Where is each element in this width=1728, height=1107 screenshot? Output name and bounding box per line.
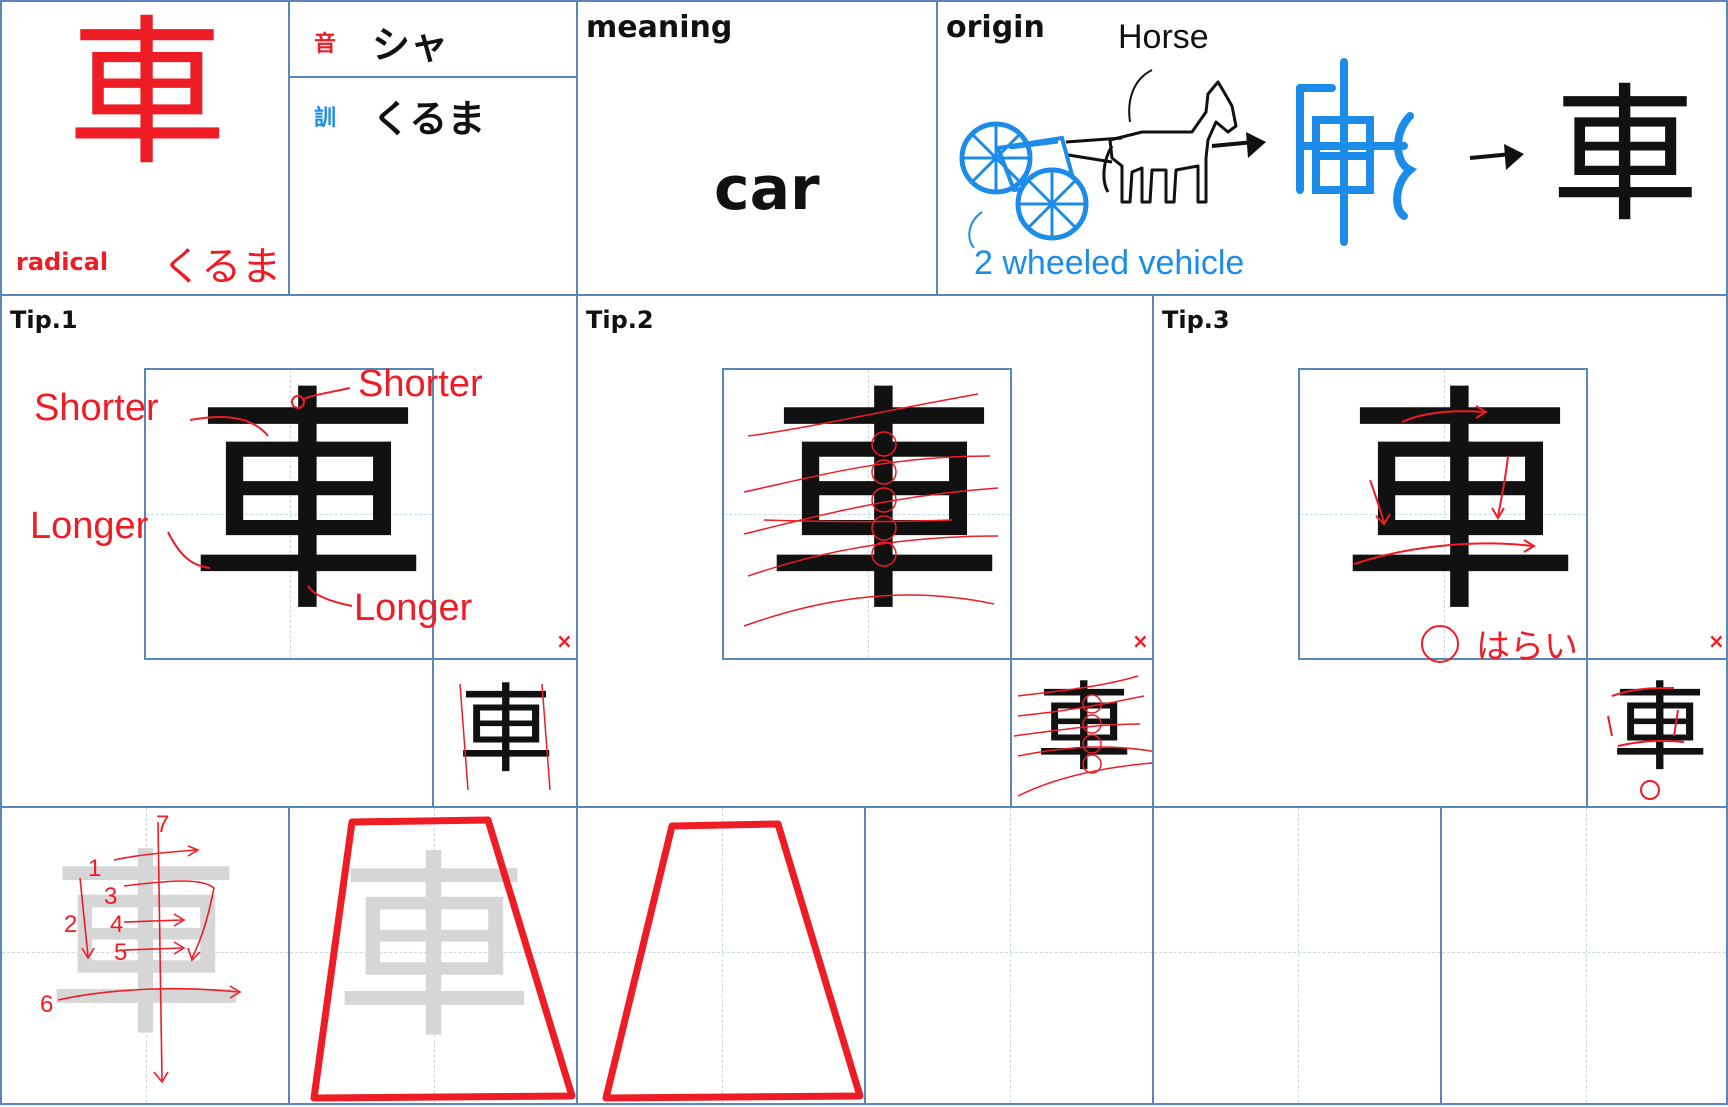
main-kanji: 車 (66, 0, 227, 187)
tip-1-annotations: Shorter Shorter Longer Longer × (30, 363, 573, 653)
stroke-number: 6 (40, 991, 53, 1018)
tip-3-harai-label: はらい (1476, 628, 1578, 666)
tip-1-annotation: Shorter (34, 387, 159, 429)
on-reading-row: 音 シャ (290, 2, 576, 78)
meaning-label: meaning (586, 10, 733, 45)
tip-2-guides: × (743, 393, 1177, 797)
tip-3-panel: Tip.3 車 車 はらい × (1152, 294, 1728, 808)
tip-3-mark: × (1708, 629, 1725, 653)
kun-reading: くるま (372, 97, 486, 141)
on-reading: シャ (372, 23, 449, 67)
radical-name: くるま (162, 244, 282, 290)
stroke-number: 4 (110, 911, 123, 938)
on-marker: 音 (314, 32, 337, 57)
origin-cell: origin Horse 2 wheeled vehicle 車 (936, 0, 1728, 296)
tip-1-annotation: Shorter (358, 363, 483, 405)
tip-1-mark: × (556, 629, 573, 653)
stroke-number: 3 (104, 883, 117, 910)
meaning-value: car (714, 154, 820, 224)
trapezoid-guide (310, 816, 576, 1102)
stroke-number: 7 (156, 811, 169, 838)
practice-cell[interactable] (576, 806, 866, 1105)
tip-1-annotation: Longer (354, 587, 473, 629)
tip-2-panel: Tip.2 車 車 × (576, 294, 1177, 808)
arrow-icon (1469, 144, 1524, 170)
modern-kanji: 車 (1551, 70, 1699, 242)
kun-marker: 訓 (314, 106, 337, 131)
stroke-number: 1 (88, 855, 101, 882)
stroke-number: 2 (64, 911, 77, 938)
stroke-number: 5 (114, 939, 127, 966)
stroke-order-arrows: 1 2 3 4 5 6 7 (40, 811, 242, 1084)
tip-1-panel: Tip.1 車 車 Shorter Shorter Longer Longer … (0, 294, 578, 808)
meaning-cell: meaning car (576, 0, 938, 296)
practice-cell[interactable] (1152, 806, 1442, 1105)
arrow-icon (1211, 132, 1266, 158)
tip-1-annotation: Longer (30, 505, 149, 547)
readings-cell: 音 シャ 訓 くるま (288, 0, 578, 296)
practice-cell[interactable] (1440, 806, 1728, 1105)
stroke-order-cell: 車 1 2 3 4 5 6 7 (0, 806, 290, 1105)
tip-3-guides: はらい × (1353, 405, 1725, 800)
radical-label: radical (16, 248, 109, 276)
ancient-glyph-icon (1296, 58, 1418, 246)
horse-label: Horse (1118, 18, 1209, 56)
origin-label: origin (946, 10, 1045, 45)
practice-cell[interactable] (864, 806, 1154, 1105)
horse-cart-illustration (959, 69, 1238, 249)
kanji-cell: 車 radical くるま (0, 0, 290, 296)
trapezoid-guide (602, 820, 864, 1102)
tip-2-mark: × (1132, 629, 1149, 653)
trace-cell: 車 (288, 806, 578, 1105)
